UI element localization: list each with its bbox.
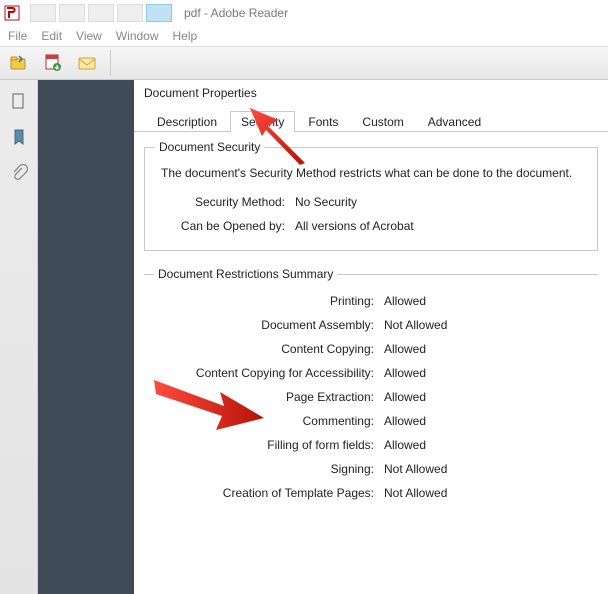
security-method-value: No Security <box>295 195 357 209</box>
restriction-value: Allowed <box>384 294 426 308</box>
restriction-label: Commenting: <box>154 414 384 428</box>
document-properties-dialog: Document Properties Description Security… <box>134 80 608 594</box>
restriction-label: Filling of form fields: <box>154 438 384 452</box>
window-thumb[interactable] <box>88 4 114 22</box>
email-button[interactable] <box>74 50 100 76</box>
restrictions-group: Document Restrictions Summary Printing:A… <box>144 267 598 517</box>
document-security-group: Document Security The document's Securit… <box>144 140 598 251</box>
restriction-label: Document Assembly: <box>154 318 384 332</box>
bookmarks-icon[interactable] <box>10 128 28 146</box>
tab-advanced[interactable]: Advanced <box>417 111 492 132</box>
restriction-label: Printing: <box>154 294 384 308</box>
window-titlebar: pdf - Adobe Reader <box>0 0 608 26</box>
restriction-value: Allowed <box>384 366 426 380</box>
opened-by-value: All versions of Acrobat <box>295 219 414 233</box>
restriction-value: Not Allowed <box>384 486 447 500</box>
restriction-label: Page Extraction: <box>154 390 384 404</box>
restriction-label: Creation of Template Pages: <box>154 486 384 500</box>
tab-custom[interactable]: Custom <box>351 111 414 132</box>
window-thumb[interactable] <box>117 4 143 22</box>
document-viewport[interactable] <box>38 80 134 594</box>
restriction-value: Not Allowed <box>384 318 447 332</box>
restriction-value: Allowed <box>384 390 426 404</box>
open-file-button[interactable] <box>6 50 32 76</box>
restriction-value: Not Allowed <box>384 462 447 476</box>
restriction-label: Content Copying: <box>154 342 384 356</box>
attachments-icon[interactable] <box>10 164 28 182</box>
window-thumb[interactable] <box>30 4 56 22</box>
restriction-label: Content Copying for Accessibility: <box>154 366 384 380</box>
save-pdf-button[interactable] <box>40 50 66 76</box>
tab-fonts[interactable]: Fonts <box>297 111 349 132</box>
security-intro: The document's Security Method restricts… <box>155 162 587 190</box>
window-thumb[interactable] <box>146 4 172 22</box>
menu-file[interactable]: File <box>8 29 27 43</box>
security-method-label: Security Method: <box>155 195 295 209</box>
adobe-reader-icon <box>4 5 20 21</box>
window-thumb[interactable] <box>59 4 85 22</box>
tab-description[interactable]: Description <box>146 111 228 132</box>
dialog-tabs: Description Security Fonts Custom Advanc… <box>134 108 608 132</box>
menu-view[interactable]: View <box>76 29 102 43</box>
restriction-label: Signing: <box>154 462 384 476</box>
toolbar <box>0 46 608 80</box>
restriction-value: Allowed <box>384 342 426 356</box>
document-security-legend: Document Security <box>155 140 264 154</box>
restriction-value: Allowed <box>384 438 426 452</box>
opened-by-label: Can be Opened by: <box>155 219 295 233</box>
dialog-title: Document Properties <box>134 80 608 108</box>
menubar: File Edit View Window Help <box>0 26 608 46</box>
thumbnails-icon[interactable] <box>10 92 28 110</box>
menu-edit[interactable]: Edit <box>41 29 62 43</box>
restriction-value: Allowed <box>384 414 426 428</box>
toolbar-divider <box>110 50 111 76</box>
tab-security[interactable]: Security <box>230 111 295 132</box>
window-title: pdf - Adobe Reader <box>184 6 288 20</box>
restrictions-legend: Document Restrictions Summary <box>154 267 337 281</box>
navpane <box>0 80 38 594</box>
menu-window[interactable]: Window <box>116 29 159 43</box>
menu-help[interactable]: Help <box>173 29 198 43</box>
